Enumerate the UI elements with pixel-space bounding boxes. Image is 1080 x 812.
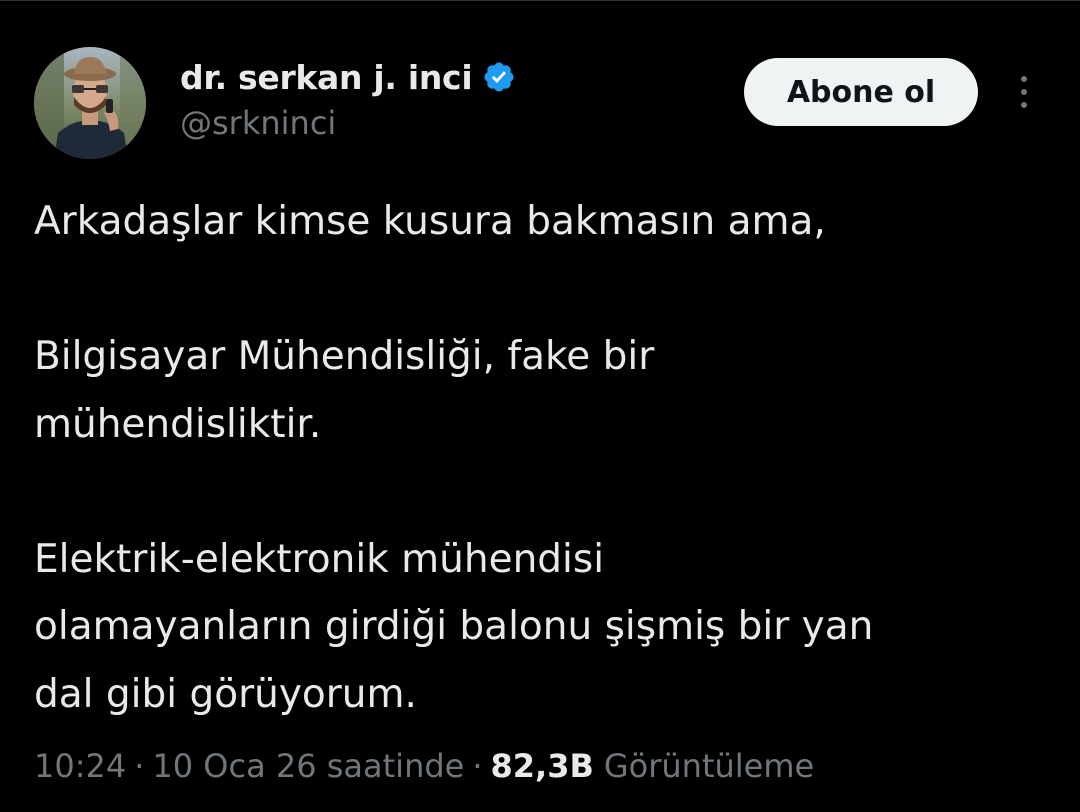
views-label: Görüntüleme xyxy=(603,747,815,785)
more-vertical-icon xyxy=(1021,89,1027,95)
verified-badge-icon[interactable] xyxy=(482,60,516,94)
follow-button[interactable]: Abone ol xyxy=(744,58,978,126)
tweet-date[interactable]: 10 Oca 26 saatinde xyxy=(152,747,464,785)
meta-separator: · xyxy=(472,747,483,785)
tweet-line: Bilgisayar Mühendisliği, fake bir xyxy=(34,334,655,379)
tweet-line: Elektrik-elektronik mühendisi xyxy=(34,536,605,582)
more-vertical-icon xyxy=(1021,102,1027,108)
tweet-meta: 10:24 · 10 Oca 26 saatinde · 82,3B Görün… xyxy=(34,740,814,792)
author-name[interactable]: dr. serkan j. inci xyxy=(180,58,473,97)
meta-separator: · xyxy=(134,747,145,785)
author-name-row: dr. serkan j. inci xyxy=(180,55,516,99)
avatar[interactable] xyxy=(34,47,146,159)
tweet-line: Arkadaşlar kimse kusura bakmasın ama, xyxy=(34,199,826,244)
tweet-time[interactable]: 10:24 xyxy=(34,747,126,785)
avatar-photo xyxy=(34,47,146,159)
tweet-line: dal gibi görüyorum. xyxy=(34,671,417,717)
tweet: dr. serkan j. inci @srkninci Abone ol Ar… xyxy=(0,0,1080,812)
author-handle[interactable]: @srkninci xyxy=(180,104,336,142)
more-options-button[interactable] xyxy=(1006,70,1042,114)
more-vertical-icon xyxy=(1021,76,1027,82)
tweet-line: mühendisliktir. xyxy=(34,401,322,447)
views-count[interactable]: 82,3B xyxy=(491,747,594,785)
tweet-line: olamayanların girdiği balonu şişmiş bir … xyxy=(34,604,874,649)
tweet-text: Arkadaşlar kimse kusura bakmasın ama, Bi… xyxy=(34,188,1044,728)
